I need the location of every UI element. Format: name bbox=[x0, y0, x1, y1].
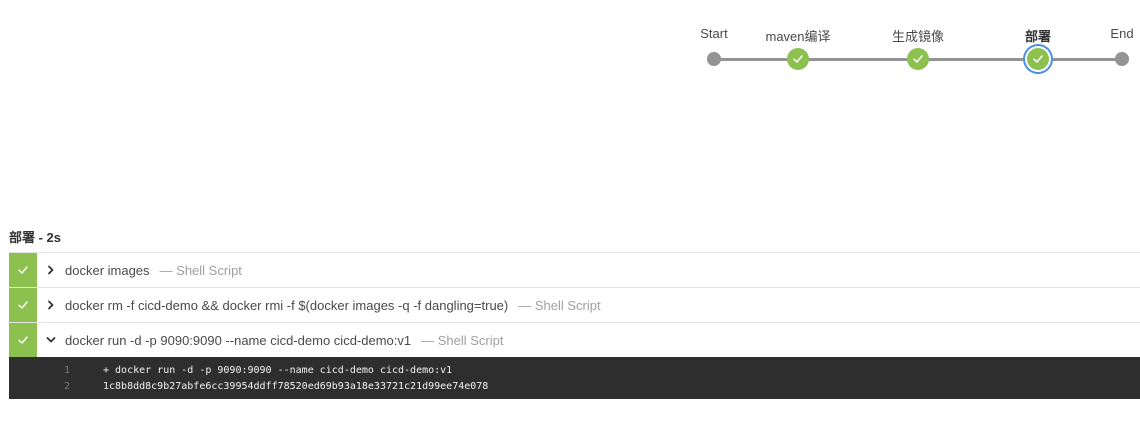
step-list: docker images — Shell Script docker rm -… bbox=[9, 252, 1140, 399]
line-number: 2 bbox=[63, 380, 70, 392]
end-node bbox=[1115, 52, 1129, 66]
check-icon[interactable] bbox=[907, 48, 929, 70]
step-command: docker run -d -p 9090:9090 --name cicd-d… bbox=[65, 332, 412, 348]
step-row[interactable]: docker run -d -p 9090:9090 --name cicd-d… bbox=[9, 322, 1140, 357]
check-icon bbox=[18, 266, 28, 274]
step-row[interactable]: docker images — Shell Script bbox=[9, 252, 1140, 287]
check-icon[interactable] bbox=[1027, 48, 1049, 70]
chevron-down-icon bbox=[46, 337, 56, 343]
step-command: docker rm -f cicd-demo && docker rmi -f … bbox=[65, 297, 509, 313]
expand-toggle[interactable] bbox=[37, 253, 65, 287]
expand-toggle[interactable] bbox=[37, 288, 65, 322]
log-line: 2 1c8b8dd8c9b27abfe6cc39954ddff78520ed69… bbox=[9, 378, 1140, 394]
step-row[interactable]: docker rm -f cicd-demo && docker rmi -f … bbox=[9, 287, 1140, 322]
log-text: + docker run -d -p 9090:9090 --name cicd… bbox=[103, 364, 453, 376]
log-text: 1c8b8dd8c9b27abfe6cc39954ddff78520ed69b9… bbox=[103, 380, 489, 392]
check-icon bbox=[18, 336, 28, 344]
pipeline-graph: Start maven编译 生成镜像 部署 End bbox=[0, 0, 1140, 90]
line-number: 1 bbox=[63, 364, 70, 376]
stage-label: maven编译 bbox=[765, 29, 831, 44]
step-type: — Shell Script bbox=[421, 332, 504, 348]
collapse-toggle[interactable] bbox=[37, 323, 65, 357]
step-type: — Shell Script bbox=[159, 262, 242, 278]
step-status bbox=[9, 288, 37, 322]
chevron-right-icon bbox=[48, 265, 54, 275]
chevron-right-icon bbox=[48, 300, 54, 310]
stage-label: 部署 bbox=[1024, 29, 1052, 44]
check-icon[interactable] bbox=[787, 48, 809, 70]
step-status bbox=[9, 323, 37, 357]
stage-label: 生成镜像 bbox=[891, 29, 945, 44]
log-line: 1 + docker run -d -p 9090:9090 --name ci… bbox=[9, 362, 1140, 378]
start-node bbox=[707, 52, 721, 66]
stage-title: 部署 - 2s bbox=[9, 230, 62, 245]
stage-label: Start bbox=[700, 26, 728, 41]
step-command: docker images bbox=[65, 262, 150, 278]
stage-label: End bbox=[1110, 26, 1134, 41]
step-status bbox=[9, 253, 37, 287]
check-icon bbox=[18, 301, 28, 309]
step-type: — Shell Script bbox=[518, 297, 601, 313]
console-log: 1 + docker run -d -p 9090:9090 --name ci… bbox=[9, 357, 1140, 399]
